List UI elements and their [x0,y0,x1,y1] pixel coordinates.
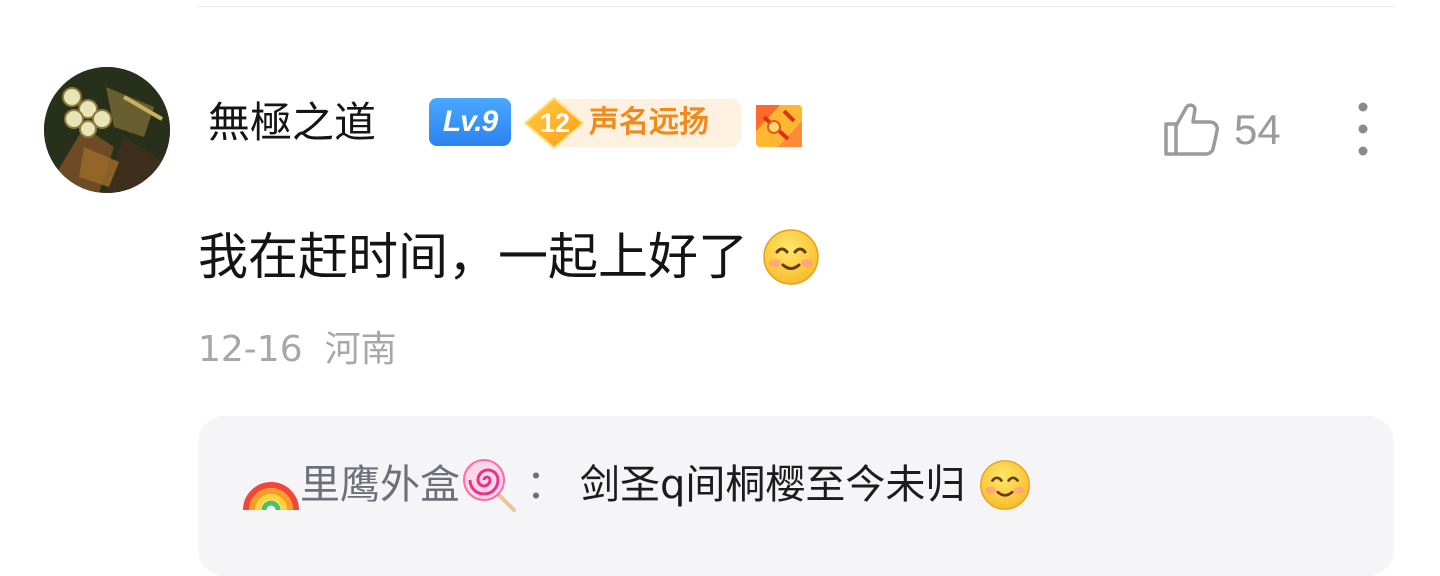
level-badge: Lv.9 [429,98,511,146]
lollipop-emoji-icon [463,459,516,512]
comment-date: 12-16 [198,329,303,370]
like-count: 54 [1234,106,1281,153]
reply-preview[interactable]: 里鹰外盒 ： 剑圣q间桐樱至今未归 [198,416,1394,576]
fame-level-number: 12 [539,108,571,138]
thumbs-up-icon [1164,103,1219,156]
reply-text: 剑圣q间桐樱至今未归 [580,462,966,508]
reply-username-group[interactable]: 里鹰外盒 [242,456,518,514]
more-vertical-icon[interactable] [1346,101,1380,157]
comment-location: 河南 [324,329,397,370]
comment-meta: 12-16 河南 [198,326,397,374]
smile-emoji-icon [980,460,1031,510]
smile-emoji-icon [763,229,819,285]
reply-colon: ： [526,462,566,508]
comment-body: 我在赶时间，一起上好了 [198,224,820,290]
top-divider [198,6,1394,7]
reply-username: 里鹰外盒 [300,462,460,508]
rainbow-emoji-icon [243,482,299,511]
medal-badge-icon [756,105,802,147]
like-button[interactable]: 54 [1162,100,1292,160]
avatar[interactable] [44,67,170,193]
reply-line: 里鹰外盒 ： 剑圣q间桐樱至今未归 [242,456,1031,514]
comment-text: 我在赶时间，一起上好了 [198,228,748,286]
fame-badge: 12 声名远扬 [523,97,741,149]
username[interactable]: 無極之道 [208,96,376,150]
fame-title: 声名远扬 [589,105,709,140]
